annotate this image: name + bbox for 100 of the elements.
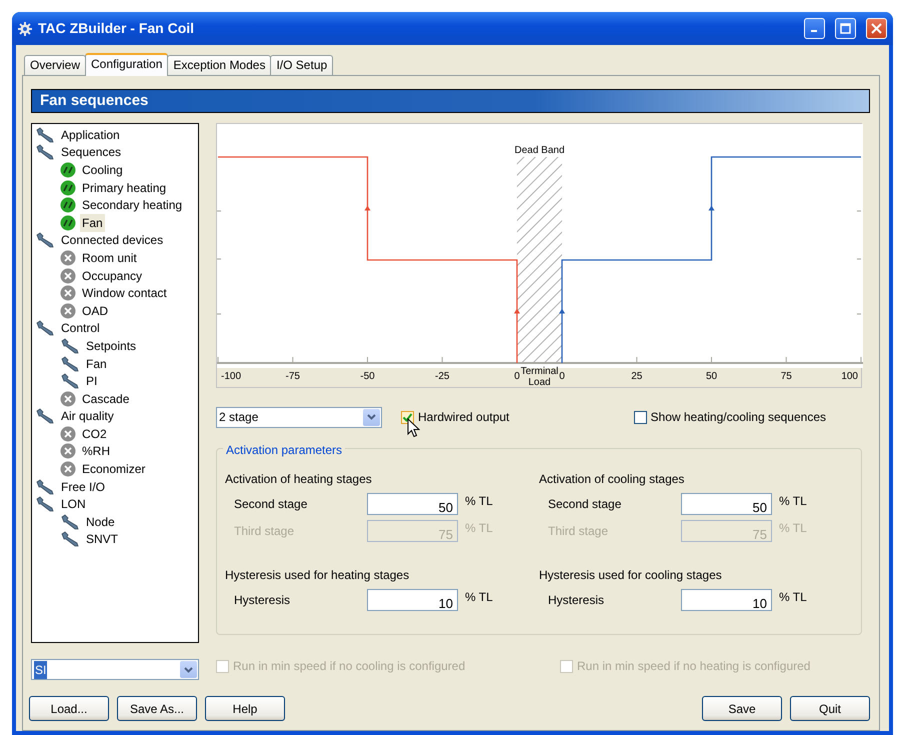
tree-item[interactable]: Free I/O bbox=[59, 478, 108, 496]
minimize-button[interactable] bbox=[804, 18, 825, 39]
wrench-icon bbox=[60, 373, 80, 390]
tab[interactable]: I/O Setup bbox=[270, 55, 334, 75]
unit-label: % TL bbox=[779, 493, 807, 510]
checkbox[interactable] bbox=[401, 410, 414, 424]
section-heading: Activation of cooling stages bbox=[539, 471, 686, 488]
tick-label: -50 bbox=[360, 371, 375, 382]
wrench-icon bbox=[60, 514, 80, 530]
wrench-icon bbox=[60, 338, 80, 354]
wrench-icon bbox=[60, 356, 80, 372]
tree-item[interactable]: Application bbox=[59, 126, 122, 144]
tab[interactable]: Overview bbox=[24, 55, 86, 75]
input-field[interactable]: 10 bbox=[681, 588, 772, 610]
tick-label: -25 bbox=[435, 371, 450, 382]
section-heading: Hysteresis used for cooling stages bbox=[539, 567, 723, 584]
tree-item[interactable]: SNVT bbox=[84, 530, 120, 548]
unit-label: % TL bbox=[779, 589, 807, 606]
tick-label: 75 bbox=[780, 371, 792, 382]
tree-item[interactable]: Air quality bbox=[59, 407, 116, 426]
maximize-button[interactable] bbox=[835, 18, 856, 39]
tree-item[interactable]: Setpoints bbox=[84, 336, 138, 355]
checkbox-label: Run in min speed if no heating is configured bbox=[577, 658, 810, 675]
status-on-icon bbox=[60, 180, 76, 196]
checkbox-label: Hardwired output bbox=[418, 409, 510, 426]
unit-label: % TL bbox=[779, 520, 807, 537]
tree-item[interactable]: Economizer bbox=[80, 460, 148, 478]
status-off-icon bbox=[60, 426, 76, 442]
cursor-icon bbox=[407, 418, 420, 438]
checkbox-label: Run in min speed if no cooling is configured bbox=[233, 658, 466, 675]
unit-label: % TL bbox=[465, 493, 493, 510]
tab[interactable]: Exception Modes bbox=[167, 55, 272, 75]
tick-label: 100 bbox=[841, 371, 858, 382]
unit-select[interactable]: SI bbox=[31, 659, 199, 680]
select-value: 2 stage bbox=[219, 409, 258, 426]
tree-item[interactable]: Sequences bbox=[59, 143, 124, 162]
wrench-icon bbox=[35, 320, 55, 336]
unit-label: % TL bbox=[465, 589, 493, 606]
tick-label: 0 bbox=[514, 371, 520, 382]
tick-label: 25 bbox=[631, 371, 642, 382]
tree-item[interactable]: Room unit bbox=[80, 248, 139, 267]
field-label: Third stage bbox=[548, 522, 610, 540]
button[interactable]: Save As... bbox=[117, 696, 197, 721]
input-field[interactable]: 50 bbox=[681, 492, 772, 514]
status-off-icon bbox=[60, 390, 76, 407]
checkbox-label: Show heating/cooling sequences bbox=[650, 409, 826, 426]
tick-label: -75 bbox=[286, 371, 300, 382]
status-off-icon bbox=[60, 443, 76, 460]
tab[interactable]: Configuration bbox=[85, 53, 168, 76]
close-icon bbox=[871, 23, 882, 34]
close-button[interactable] bbox=[866, 18, 887, 39]
field-label: Hysteresis bbox=[234, 592, 292, 608]
button[interactable]: Quit bbox=[790, 696, 870, 721]
wrench-icon bbox=[35, 408, 55, 424]
tree-item[interactable]: PI bbox=[84, 372, 100, 390]
tree-item[interactable]: Cascade bbox=[80, 390, 132, 408]
stage-select[interactable]: 2 stage bbox=[216, 406, 382, 428]
tree-item[interactable]: Fan bbox=[80, 214, 105, 232]
wrench-icon bbox=[35, 126, 55, 143]
input-field: 75 bbox=[681, 520, 772, 542]
field-label: Second stage bbox=[234, 496, 308, 512]
button[interactable]: Save bbox=[702, 696, 782, 721]
wrench-icon bbox=[60, 531, 80, 548]
tree-item[interactable]: Secondary heating bbox=[80, 196, 184, 214]
checkbox[interactable] bbox=[634, 410, 647, 424]
button[interactable]: Help bbox=[205, 696, 285, 721]
status-on-icon bbox=[60, 214, 76, 231]
input-field[interactable]: 50 bbox=[367, 492, 458, 514]
section-heading: Hysteresis used for heating stages bbox=[225, 567, 410, 584]
field-label: Hysteresis bbox=[548, 592, 606, 608]
gear-icon bbox=[18, 22, 32, 36]
tree-item[interactable]: Window contact bbox=[80, 284, 169, 302]
annotation-label: Terminal Load bbox=[520, 366, 558, 388]
tree-item[interactable]: Occupancy bbox=[80, 266, 144, 285]
status-on-icon bbox=[60, 162, 76, 178]
status-on-icon bbox=[60, 197, 76, 214]
tree-item[interactable]: Fan bbox=[84, 354, 109, 373]
tick-label: -100 bbox=[221, 371, 242, 382]
unit-label: % TL bbox=[465, 520, 493, 537]
tree-item[interactable]: Primary heating bbox=[80, 178, 168, 197]
status-off-icon bbox=[60, 268, 76, 284]
wrench-icon bbox=[35, 478, 55, 495]
tree-item[interactable]: %RH bbox=[80, 442, 112, 460]
section-heading: Activation of heating stages bbox=[225, 471, 373, 488]
window-title: TAC ZBuilder - Fan Coil bbox=[38, 19, 194, 38]
tree-item[interactable]: Connected devices bbox=[59, 231, 166, 250]
tree-item[interactable]: Cooling bbox=[80, 160, 125, 179]
input-field[interactable]: 10 bbox=[367, 588, 458, 610]
select-value: SI bbox=[34, 660, 48, 678]
button[interactable]: Load... bbox=[29, 696, 109, 721]
tick-label: 0 bbox=[559, 371, 565, 382]
maximize-icon bbox=[840, 23, 851, 34]
tree-item[interactable]: Node bbox=[84, 512, 117, 531]
wrench-icon bbox=[35, 496, 55, 512]
tree-item[interactable]: OAD bbox=[80, 302, 110, 320]
tree-item[interactable]: LON bbox=[59, 495, 88, 514]
tick-label: 50 bbox=[706, 371, 718, 382]
tree-item[interactable]: Control bbox=[59, 319, 102, 338]
status-off-icon bbox=[60, 461, 76, 478]
tree-item[interactable]: CO2 bbox=[80, 424, 109, 443]
